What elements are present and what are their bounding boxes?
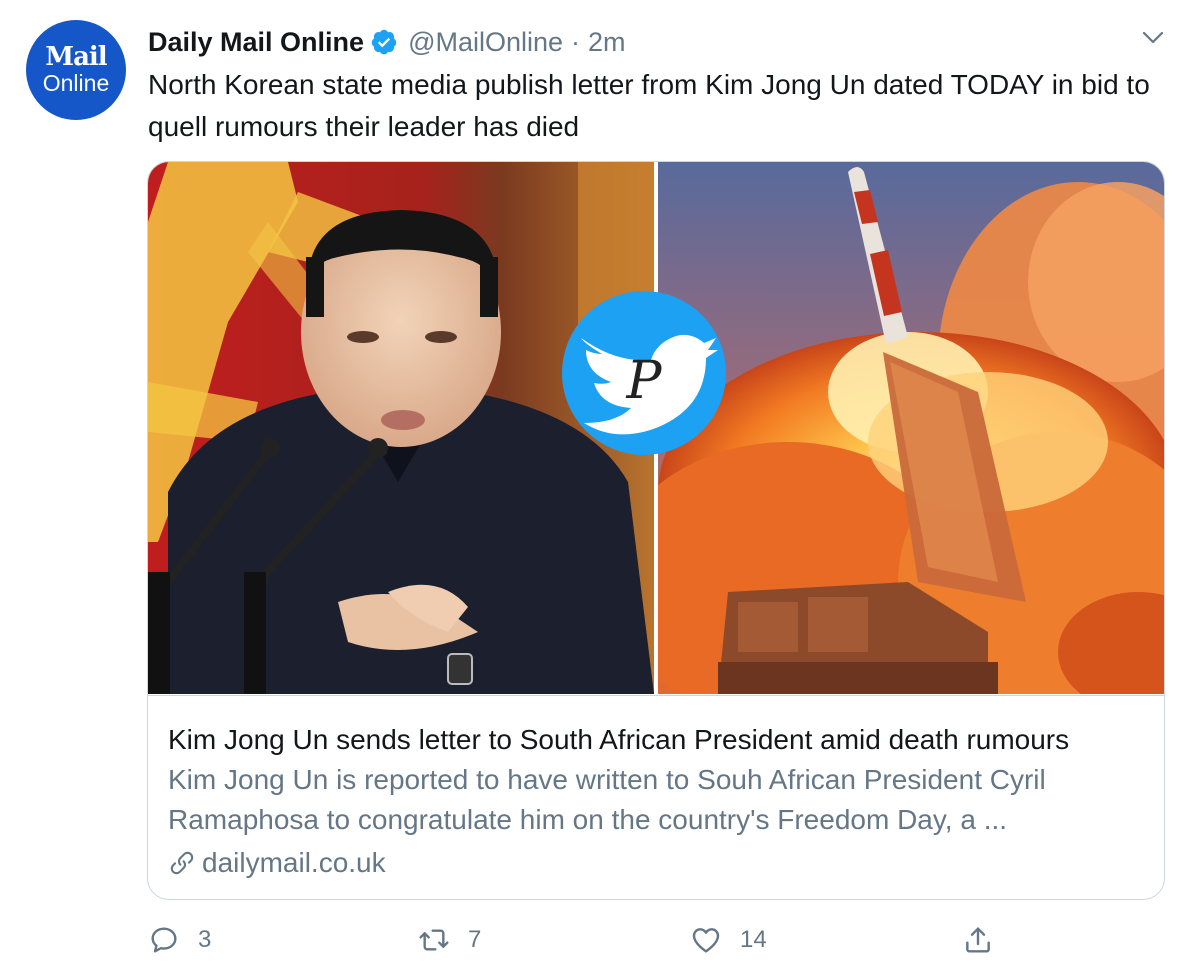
retweet-icon xyxy=(419,929,449,951)
separator-dot: · xyxy=(571,26,581,57)
tweet[interactable]: Mail Online Daily Mail Online @MailOnlin… xyxy=(0,0,1200,975)
verified-badge-icon xyxy=(371,29,397,55)
tweet-text: North Korean state media publish letter … xyxy=(148,69,1150,142)
link-icon xyxy=(170,851,194,875)
author-name[interactable]: Daily Mail Online xyxy=(148,27,364,58)
chevron-down-icon[interactable] xyxy=(1138,26,1168,50)
author-handle[interactable]: @MailOnline xyxy=(408,27,563,58)
card-domain[interactable]: dailymail.co.uk xyxy=(168,843,386,883)
card-body[interactable]: Kim Jong Un sends letter to South Africa… xyxy=(148,695,1164,899)
share-button[interactable] xyxy=(962,915,1012,965)
retweet-count: 7 xyxy=(468,926,482,953)
avatar-logo-line1: Mail xyxy=(45,42,107,72)
link-card[interactable]: P Kim Jong Un sends letter to South Afri… xyxy=(147,161,1165,900)
card-title: Kim Jong Un sends letter to South Africa… xyxy=(168,724,1070,755)
card-description: Kim Jong Un is reported to have written … xyxy=(168,764,1046,835)
comment-icon xyxy=(151,927,177,953)
share-icon xyxy=(966,927,990,953)
watermark-logo: P xyxy=(562,291,726,455)
reply-button[interactable]: 3 xyxy=(148,915,211,965)
like-count: 14 xyxy=(740,926,767,953)
card-media[interactable]: P xyxy=(148,162,1164,694)
missile-launch-photo xyxy=(658,162,1164,694)
heart-icon xyxy=(692,928,720,953)
avatar[interactable]: Mail Online xyxy=(26,20,126,120)
reply-count: 3 xyxy=(198,926,212,953)
timestamp[interactable]: 2m xyxy=(588,27,626,58)
like-button[interactable]: 14 xyxy=(690,915,767,965)
svg-text:P: P xyxy=(626,351,663,411)
tweet-header: Daily Mail Online @MailOnline · 2m xyxy=(148,22,626,62)
retweet-button[interactable]: 7 xyxy=(418,915,481,965)
card-domain-text: dailymail.co.uk xyxy=(202,847,386,878)
tweet-actions: 3 7 14 xyxy=(0,915,1200,965)
avatar-logo-line2: Online xyxy=(42,70,110,96)
